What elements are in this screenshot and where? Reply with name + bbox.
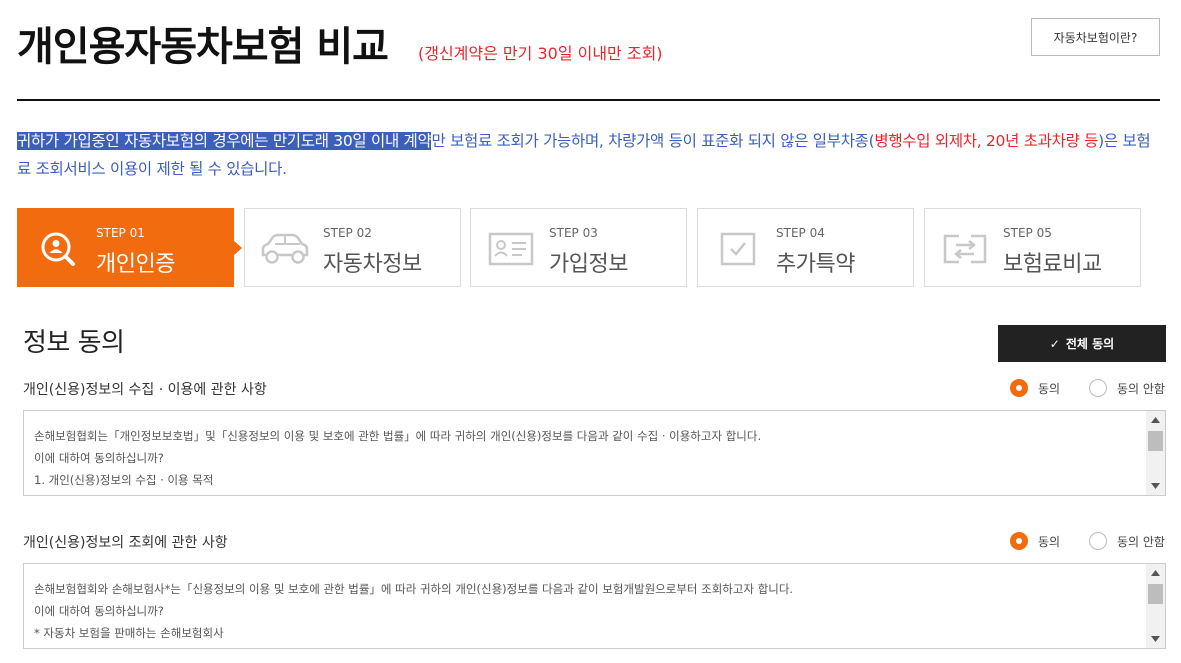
terms-text: 손해보험협회와 손해보험사*는「신용정보의 이용 및 보호에 관한 법률」에 따… xyxy=(34,578,793,644)
notice-highlight: 귀하가 가입중인 자동차보험의 경우에는 만기도래 30일 이내 계약 xyxy=(17,132,432,150)
terms-scrollbar[interactable] xyxy=(1146,411,1165,495)
person-search-icon xyxy=(32,223,84,275)
step-number: STEP 04 xyxy=(776,226,825,240)
checkbox-icon xyxy=(712,223,764,275)
consent-question: 개인(신용)정보의 조회에 관한 사항 xyxy=(23,535,228,551)
terms-line: * 자동차 보험을 판매하는 손해보험회사 xyxy=(34,626,224,640)
step-3[interactable]: STEP 03 가입정보 xyxy=(470,208,687,287)
scroll-up-arrow-icon[interactable] xyxy=(1146,411,1165,429)
terms-line: 1. 개인(신용)정보의 수집 · 이용 목적 xyxy=(34,473,214,487)
step-label: 추가특약 xyxy=(776,252,855,277)
step-number: STEP 01 xyxy=(96,226,145,240)
consent-2-disagree-radio[interactable]: 동의 안함 xyxy=(1089,532,1165,550)
radio-selected-icon xyxy=(1010,379,1028,397)
compare-arrows-icon xyxy=(939,223,991,275)
title-divider xyxy=(17,99,1160,101)
scroll-thumb[interactable] xyxy=(1148,431,1163,451)
consent-1-disagree-radio[interactable]: 동의 안함 xyxy=(1089,379,1165,397)
notice-restricted-vehicles: 병행수입 외제차, 20년 초과차량 등 xyxy=(874,132,1099,150)
terms-line: 손해보험협회와 손해보험사*는「신용정보의 이용 및 보호에 관한 법률」에 따… xyxy=(34,582,794,596)
step-number: STEP 02 xyxy=(323,226,372,240)
consent-2-agree-radio[interactable]: 동의 xyxy=(1010,532,1060,550)
agree-all-label: 전체 동의 xyxy=(1065,337,1115,351)
section-title: 정보 동의 xyxy=(23,328,125,358)
terms-line: 이에 대하여 동의하십니까? xyxy=(34,451,164,465)
terms-line: 손해보험협회는「개인정보보호법」및「신용정보의 이용 및 보호에 관한 법률」에… xyxy=(34,429,762,443)
radio-selected-icon xyxy=(1010,532,1028,550)
page-title: 개인용자동차보험 비교 xyxy=(17,24,389,70)
consent-1-header: 개인(신용)정보의 수집 · 이용에 관한 사항 동의 동의 안함 xyxy=(23,379,1166,401)
scroll-up-arrow-icon[interactable] xyxy=(1146,564,1165,582)
step-2[interactable]: STEP 02 자동차정보 xyxy=(244,208,461,287)
step-4[interactable]: STEP 04 추가특약 xyxy=(697,208,914,287)
consent-2-header: 개인(신용)정보의 조회에 관한 사항 동의 동의 안함 xyxy=(23,532,1166,554)
step-label: 가입정보 xyxy=(549,252,628,277)
consent-1-terms-box[interactable]: 손해보험협회는「개인정보보호법」및「신용정보의 이용 및 보호에 관한 법률」에… xyxy=(23,410,1166,496)
notice-text: 귀하가 가입중인 자동차보험의 경우에는 만기도래 30일 이내 계약만 보험료… xyxy=(17,127,1162,183)
consent-2-terms-box[interactable]: 손해보험협회와 손해보험사*는「신용정보의 이용 및 보호에 관한 법률」에 따… xyxy=(23,563,1166,649)
radio-label: 동의 안함 xyxy=(1117,381,1165,396)
step-label: 개인인증 xyxy=(96,252,175,277)
agree-all-button[interactable]: ✓ 전체 동의 xyxy=(998,325,1166,362)
consent-question: 개인(신용)정보의 수집 · 이용에 관한 사항 xyxy=(23,382,267,398)
radio-unselected-icon xyxy=(1089,532,1107,550)
scroll-down-arrow-icon[interactable] xyxy=(1146,630,1165,648)
id-card-icon xyxy=(485,223,537,275)
terms-scrollbar[interactable] xyxy=(1146,564,1165,648)
step-label: 보험료비교 xyxy=(1003,252,1102,277)
terms-line: 이에 대하여 동의하십니까? xyxy=(34,604,164,618)
check-icon: ✓ xyxy=(1049,336,1060,351)
radio-label: 동의 xyxy=(1038,534,1061,549)
car-icon xyxy=(259,223,311,275)
radio-unselected-icon xyxy=(1089,379,1107,397)
step-number: STEP 05 xyxy=(1003,226,1052,240)
consent-1-agree-radio[interactable]: 동의 xyxy=(1010,379,1060,397)
step-label: 자동차정보 xyxy=(323,252,422,277)
notice-text-1: 만 보험료 조회가 가능하며, 차량가액 등이 표준화 되지 않은 일부차종( xyxy=(431,132,875,150)
what-is-car-insurance-button[interactable]: 자동차보험이란? xyxy=(1031,18,1160,56)
scroll-thumb[interactable] xyxy=(1148,584,1163,604)
radio-label: 동의 xyxy=(1038,381,1061,396)
scroll-down-arrow-icon[interactable] xyxy=(1146,477,1165,495)
page-subtitle: (갱신계약은 만기 30일 이내만 조회) xyxy=(418,44,663,63)
step-number: STEP 03 xyxy=(549,226,598,240)
step-5[interactable]: STEP 05 보험료비교 xyxy=(924,208,1141,287)
terms-text: 손해보험협회는「개인정보보호법」및「신용정보의 이용 및 보호에 관한 법률」에… xyxy=(34,425,761,491)
radio-label: 동의 안함 xyxy=(1117,534,1165,549)
step-1[interactable]: STEP 01 개인인증 xyxy=(17,208,242,287)
